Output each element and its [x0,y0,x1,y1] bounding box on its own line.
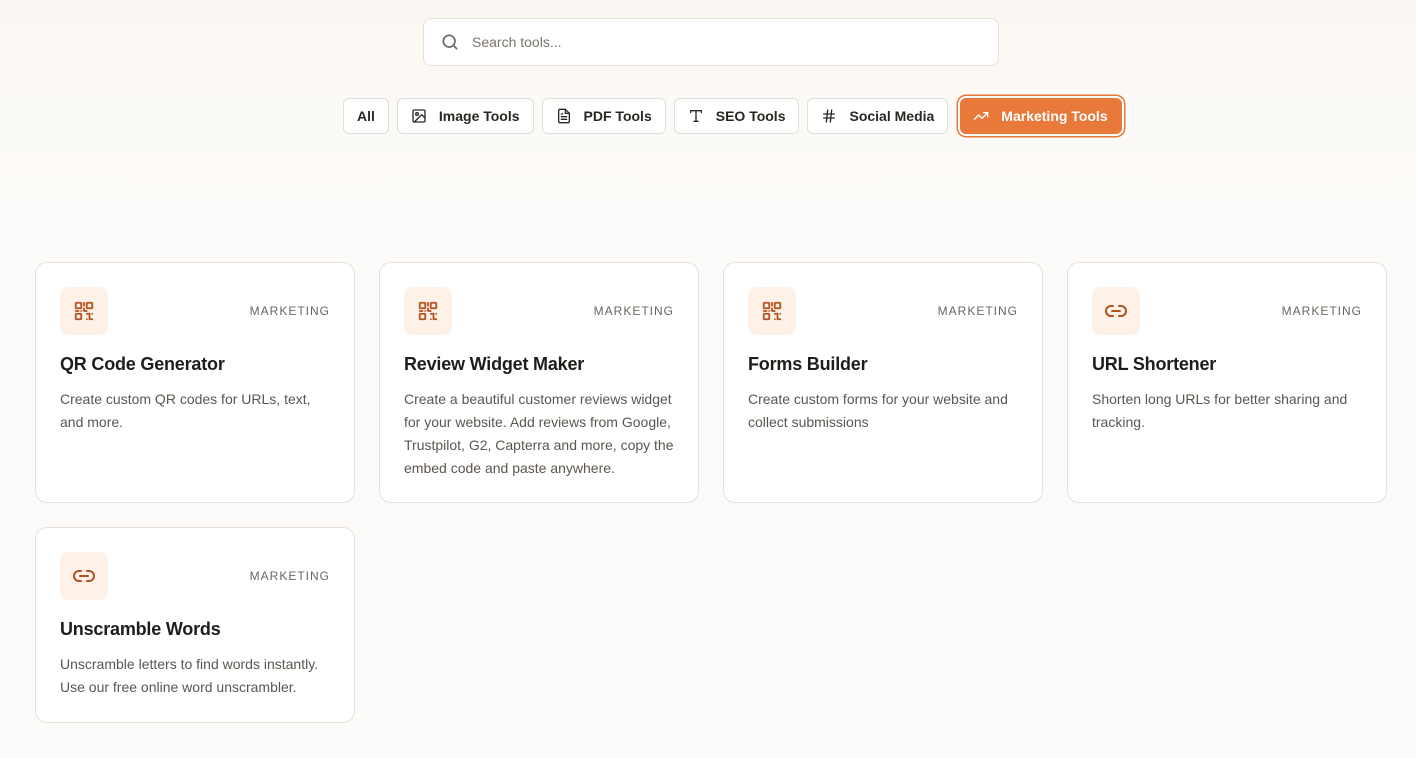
tool-description: Shorten long URLs for better sharing and… [1092,391,1348,430]
hash-icon [821,108,837,124]
link-icon [1092,287,1140,335]
tool-title: URL Shortener [1092,354,1217,374]
category-label: MARKETING [249,569,330,583]
tool-description: Create custom QR codes for URLs, text, a… [60,391,311,430]
filter-label: All [357,108,375,124]
search-input[interactable] [472,19,982,65]
tool-card-qr-code-generator[interactable]: MARKETING QR Code Generator Create custo… [35,262,355,503]
tool-card-unscramble-words[interactable]: MARKETING Unscramble Words Unscramble le… [35,527,355,723]
search-bar[interactable] [423,18,999,66]
tool-title: Forms Builder [748,354,868,374]
filter-label: Marketing Tools [1001,108,1108,124]
tool-description: Create custom forms for your website and… [748,391,1008,430]
filter-seo-tools[interactable]: SEO Tools [673,98,800,134]
category-filters: All Image Tools PDF Tools SEO Tools Soci… [343,98,1122,134]
filter-label: Social Media [849,108,935,124]
tool-description: Unscramble letters to find words instant… [60,656,319,695]
tool-card-review-widget-maker[interactable]: MARKETING Review Widget Maker Create a b… [379,262,699,503]
type-icon [688,108,704,124]
file-text-icon [556,108,572,124]
filter-marketing-tools[interactable]: Marketing Tools [960,98,1122,134]
tool-title: Review Widget Maker [404,354,585,374]
filter-image-tools[interactable]: Image Tools [396,98,534,134]
tool-card-forms-builder[interactable]: MARKETING Forms Builder Create custom fo… [723,262,1043,503]
qr-code-icon [404,287,452,335]
tool-title: QR Code Generator [60,354,225,374]
filter-social-media[interactable]: Social Media [807,98,949,134]
category-label: MARKETING [593,304,674,318]
category-label: MARKETING [1281,304,1362,318]
filter-all[interactable]: All [343,98,389,134]
qr-code-icon [748,287,796,335]
category-label: MARKETING [937,304,1018,318]
filter-label: SEO Tools [715,108,786,124]
link-icon [60,552,108,600]
filter-label: Image Tools [438,108,520,124]
filter-label: PDF Tools [583,108,652,124]
tool-card-url-shortener[interactable]: MARKETING URL Shortener Shorten long URL… [1067,262,1387,503]
image-icon [411,108,427,124]
category-label: MARKETING [249,304,330,318]
trending-up-icon [973,108,989,124]
tool-title: Unscramble Words [60,619,221,639]
filter-pdf-tools[interactable]: PDF Tools [541,98,666,134]
search-icon [440,32,460,52]
tool-description: Create a beautiful customer reviews widg… [404,391,674,476]
qr-code-icon [60,287,108,335]
